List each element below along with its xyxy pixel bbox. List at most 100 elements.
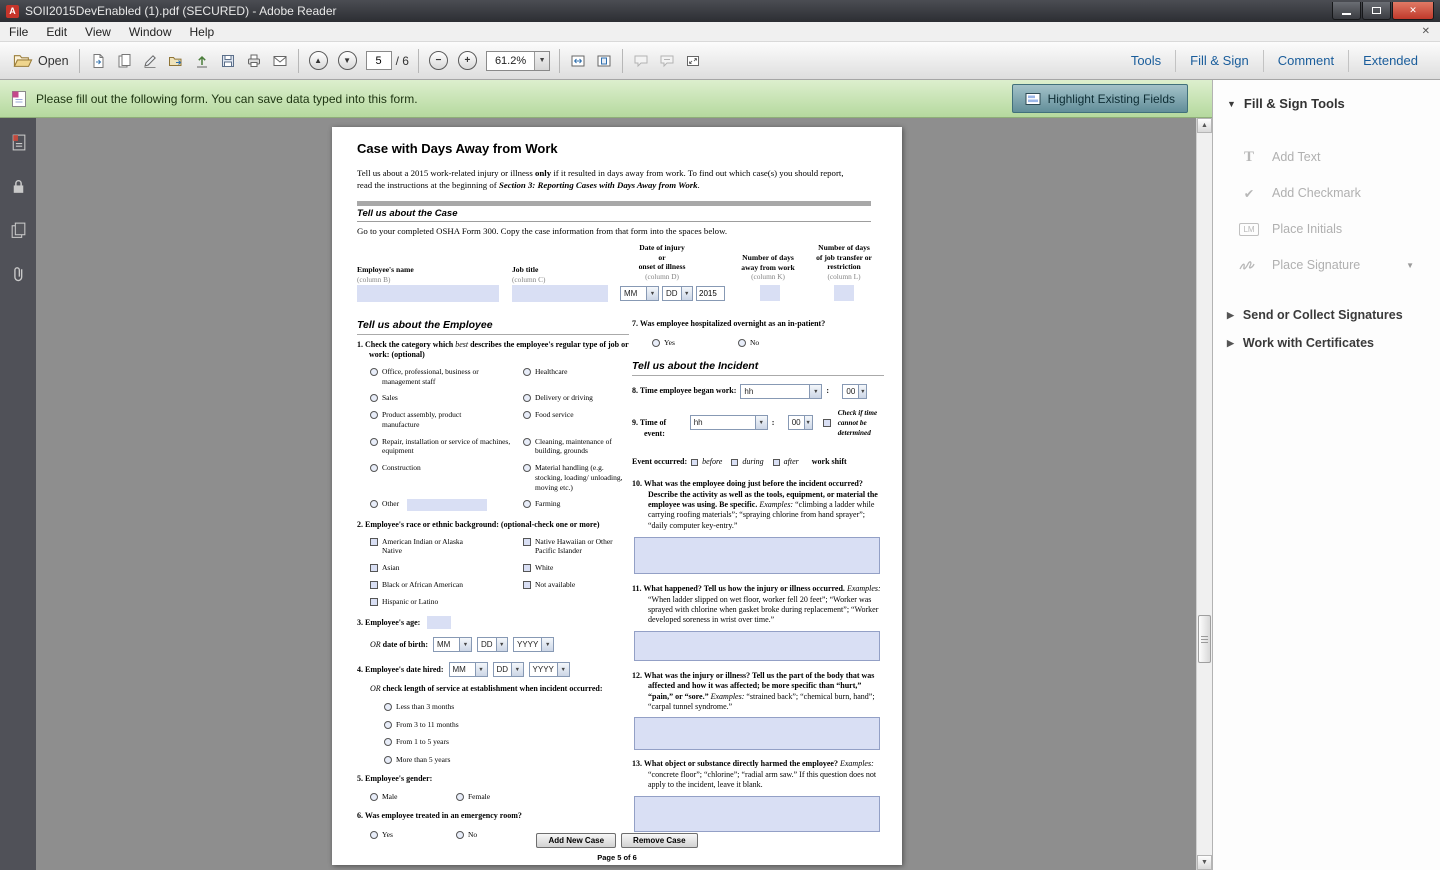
minimize-button[interactable] xyxy=(1332,2,1361,20)
question-10-textarea[interactable] xyxy=(634,537,880,574)
menu-edit[interactable]: Edit xyxy=(37,22,76,42)
previous-page-button[interactable]: ▲ xyxy=(304,47,333,75)
days-away-field[interactable] xyxy=(760,285,780,301)
radio-more-5-years[interactable] xyxy=(384,756,392,764)
remove-case-button[interactable]: Remove Case xyxy=(621,833,697,848)
employee-name-field[interactable] xyxy=(357,285,499,302)
radio-farming[interactable] xyxy=(523,500,531,508)
radio-hosp-yes[interactable] xyxy=(652,339,660,347)
radio-material-handling[interactable] xyxy=(523,464,531,472)
hired-month-select[interactable]: MM▼ xyxy=(449,662,488,677)
event-hour-select[interactable]: hh▼ xyxy=(690,415,768,430)
zoom-level-select[interactable]: 61.2% ▼ xyxy=(486,51,550,71)
radio-3-11-months[interactable] xyxy=(384,721,392,729)
sign-pen-button[interactable] xyxy=(137,47,163,75)
hired-year-select[interactable]: YYYY▼ xyxy=(529,662,570,677)
comment-link[interactable]: Comment xyxy=(1264,43,1348,79)
radio-delivery[interactable] xyxy=(523,394,531,402)
question-12-textarea[interactable] xyxy=(634,717,880,750)
attachments-icon[interactable] xyxy=(8,264,28,284)
checkbox-asian[interactable] xyxy=(370,564,378,572)
restore-button[interactable] xyxy=(1362,2,1391,20)
fit-width-button[interactable] xyxy=(565,47,591,75)
checkbox-white[interactable] xyxy=(523,564,531,572)
zoom-dropdown-icon[interactable]: ▼ xyxy=(534,52,549,70)
during-checkbox[interactable] xyxy=(731,459,738,466)
highlight-fields-button[interactable]: Highlight Existing Fields xyxy=(1012,84,1188,113)
save-button[interactable] xyxy=(215,47,241,75)
radio-repair[interactable] xyxy=(370,438,378,446)
document-viewport[interactable]: Case with Days Away from Work Tell us ab… xyxy=(36,118,1196,870)
zoom-in-button[interactable]: + xyxy=(453,47,482,75)
checkbox-hispanic[interactable] xyxy=(370,598,378,606)
security-lock-icon[interactable] xyxy=(8,176,28,196)
age-field[interactable] xyxy=(427,616,451,629)
scrollbar-thumb[interactable] xyxy=(1198,615,1211,663)
annotations-button[interactable] xyxy=(654,47,680,75)
extended-link[interactable]: Extended xyxy=(1349,43,1432,79)
dob-month-select[interactable]: MM▼ xyxy=(433,637,472,652)
radio-construction[interactable] xyxy=(370,464,378,472)
scroll-down-button[interactable]: ▼ xyxy=(1197,855,1212,870)
work-with-certificates-section[interactable]: ▶ Work with Certificates xyxy=(1213,329,1440,357)
time-undetermined-checkbox[interactable] xyxy=(823,419,831,427)
injury-month-select[interactable]: MM▼ xyxy=(620,286,659,301)
signature-dropdown-icon[interactable]: ▼ xyxy=(1406,261,1414,270)
print-button[interactable] xyxy=(241,47,267,75)
save-copy-button[interactable] xyxy=(111,47,137,75)
menu-file[interactable]: File xyxy=(0,22,37,42)
menu-window[interactable]: Window xyxy=(120,22,181,42)
dob-day-select[interactable]: DD▼ xyxy=(477,637,508,652)
radio-sales[interactable] xyxy=(370,394,378,402)
menu-view[interactable]: View xyxy=(76,22,120,42)
open-button[interactable]: Open xyxy=(8,47,74,75)
layers-pages-icon[interactable] xyxy=(8,220,28,240)
radio-1-5-years[interactable] xyxy=(384,738,392,746)
send-collect-signatures-section[interactable]: ▶ Send or Collect Signatures xyxy=(1213,301,1440,329)
fit-page-button[interactable] xyxy=(591,47,617,75)
began-work-hour-select[interactable]: hh▼ xyxy=(740,384,822,399)
page-thumbnails-icon[interactable] xyxy=(8,132,28,152)
question-13-textarea[interactable] xyxy=(634,796,880,832)
tools-link[interactable]: Tools xyxy=(1117,43,1175,79)
radio-cleaning[interactable] xyxy=(523,438,531,446)
began-work-minute-select[interactable]: 00▼ xyxy=(842,384,867,399)
radio-product-assembly[interactable] xyxy=(370,411,378,419)
comment-bubble-button[interactable] xyxy=(628,47,654,75)
other-text-field[interactable] xyxy=(407,499,487,511)
checkbox-native-hawaiian[interactable] xyxy=(523,538,531,546)
add-new-case-button[interactable]: Add New Case xyxy=(536,833,616,848)
days-transfer-field[interactable] xyxy=(834,285,854,301)
fullscreen-button[interactable] xyxy=(680,47,706,75)
share-button[interactable] xyxy=(163,47,189,75)
zoom-out-button[interactable]: − xyxy=(424,47,453,75)
checkbox-black[interactable] xyxy=(370,581,378,589)
radio-male[interactable] xyxy=(370,793,378,801)
radio-less-3-months[interactable] xyxy=(384,703,392,711)
fill-sign-link[interactable]: Fill & Sign xyxy=(1176,43,1263,79)
checkbox-not-available[interactable] xyxy=(523,581,531,589)
place-initials-tool[interactable]: LM Place Initials xyxy=(1213,211,1440,247)
add-checkmark-tool[interactable]: ✔ Add Checkmark xyxy=(1213,175,1440,211)
vertical-scrollbar[interactable]: ▲ ▼ xyxy=(1196,118,1212,870)
menu-help[interactable]: Help xyxy=(181,22,224,42)
place-signature-tool[interactable]: Place Signature ▼ xyxy=(1213,247,1440,283)
radio-office[interactable] xyxy=(370,368,378,376)
before-checkbox[interactable] xyxy=(691,459,698,466)
send-upload-button[interactable] xyxy=(189,47,215,75)
next-page-button[interactable]: ▼ xyxy=(333,47,362,75)
dob-year-select[interactable]: YYYY▼ xyxy=(513,637,554,652)
injury-day-select[interactable]: DD▼ xyxy=(662,286,693,301)
close-button[interactable]: ✕ xyxy=(1392,2,1434,20)
after-checkbox[interactable] xyxy=(773,459,780,466)
add-text-tool[interactable]: T Add Text xyxy=(1213,139,1440,175)
page-number-input[interactable]: 5 xyxy=(366,51,392,70)
radio-food-service[interactable] xyxy=(523,411,531,419)
question-11-textarea[interactable] xyxy=(634,631,880,661)
panel-header[interactable]: ▼ Fill & Sign Tools xyxy=(1213,80,1440,119)
checkbox-american-indian[interactable] xyxy=(370,538,378,546)
email-button[interactable] xyxy=(267,47,293,75)
injury-year-field[interactable]: 2015 xyxy=(696,286,725,301)
event-minute-select[interactable]: 00▼ xyxy=(788,415,813,430)
radio-healthcare[interactable] xyxy=(523,368,531,376)
